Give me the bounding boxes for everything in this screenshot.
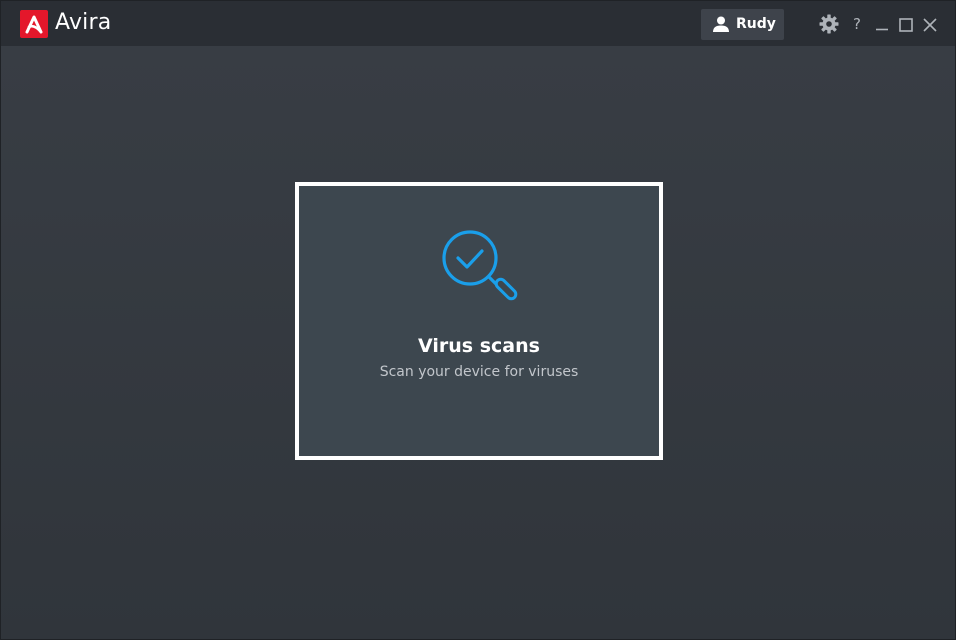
close-icon[interactable] — [923, 17, 937, 36]
avira-logo-icon — [20, 10, 48, 38]
virus-scans-card[interactable]: Virus scans Scan your device for viruses — [295, 182, 663, 460]
user-account-button[interactable]: Rudy — [701, 9, 784, 40]
app-title: Avira — [55, 10, 112, 35]
user-icon — [712, 15, 730, 37]
app-window: Avira Rudy ? Virus scans Scan your devic… — [0, 0, 956, 640]
virus-scan-magnifier-check-icon — [441, 229, 521, 315]
title-bar[interactable]: Avira Rudy ? — [1, 1, 955, 46]
card-title: Virus scans — [418, 335, 540, 357]
minimize-icon[interactable] — [875, 16, 889, 35]
maximize-icon[interactable] — [899, 17, 913, 36]
gear-icon[interactable] — [819, 14, 839, 38]
help-icon[interactable]: ? — [853, 15, 861, 33]
card-subtitle: Scan your device for viruses — [379, 364, 579, 380]
user-name: Rudy — [736, 16, 776, 32]
